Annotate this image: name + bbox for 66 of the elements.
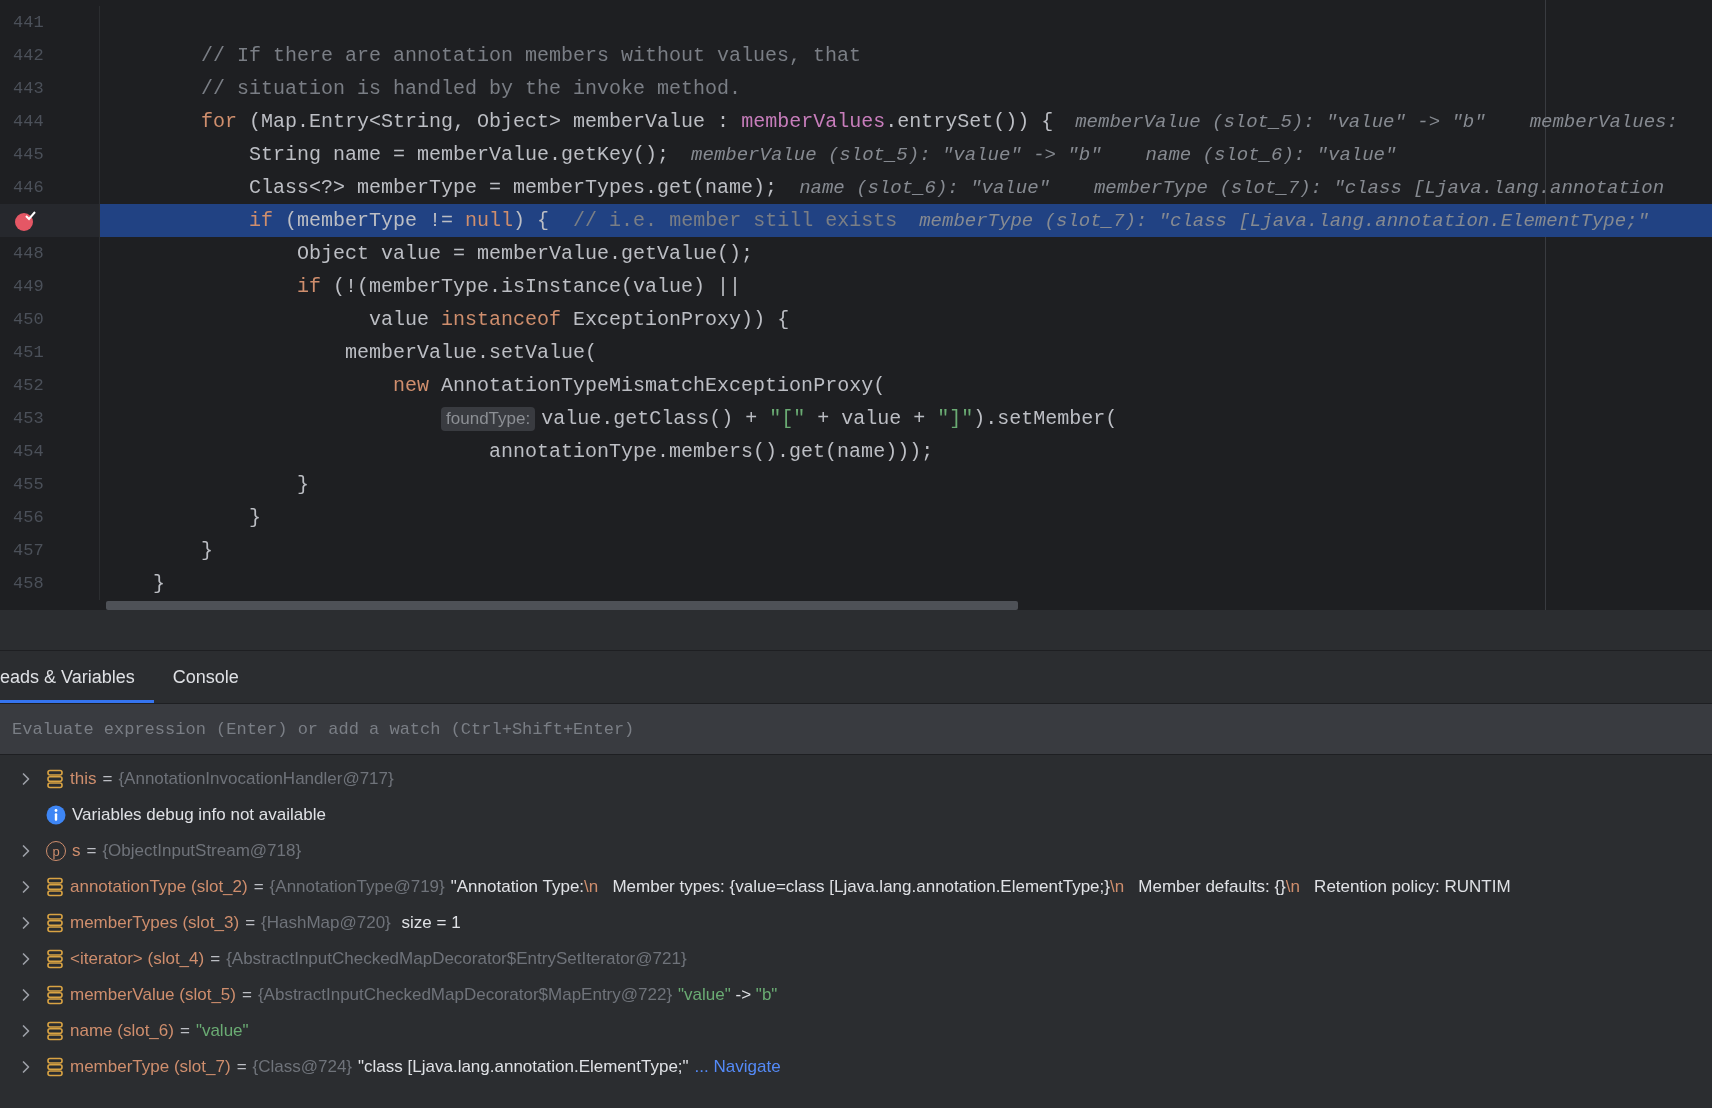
parameter-hint: foundType: (441, 406, 536, 431)
code-text: } (153, 572, 166, 595)
code-text: } (249, 506, 262, 529)
code-text: // situation is handled by the invoke method. (201, 77, 742, 100)
object-reference: {Class@724} (252, 1057, 353, 1077)
code-text: } (297, 473, 310, 496)
variable-value: "value" -> "b" (678, 985, 778, 1005)
equals-sign: = (210, 949, 221, 969)
code-text: Class<?> memberType = memberTypes.get(name); (249, 176, 778, 199)
variable-name: this (70, 769, 97, 789)
info-icon (46, 805, 66, 825)
info-message: Variables debug info not available (72, 805, 326, 825)
code-text: for (Map.Entry<String, Object> memberValue : memberValues.entrySet()) { (201, 110, 1054, 133)
code-text: // If there are annotation members without values, that (201, 44, 862, 67)
object-reference: {ObjectInputStream@718} (102, 841, 302, 861)
inline-value-hint: name (slot_6): "value" (799, 176, 1050, 199)
variable-name: memberTypes (slot_3) (70, 913, 240, 933)
object-reference: {AbstractInputCheckedMapDecorator$EntrySetIterator@721} (226, 949, 687, 969)
inline-value-hint: memberValue (slot_5): "value" -> "b" (691, 143, 1102, 166)
stack-icon (46, 769, 64, 789)
equals-sign: = (245, 913, 256, 933)
stack-icon (46, 949, 64, 969)
code-text: value instanceof ExceptionProxy)) { (369, 308, 790, 331)
code-text: } (201, 539, 214, 562)
code-text: if (!(memberType.isInstance(value) || (297, 275, 742, 298)
stack-icon (46, 913, 64, 933)
variable-name: s (72, 841, 81, 861)
object-reference: {AnnotationType@719} (269, 877, 445, 897)
inline-value-hint: name (slot_6): "value" (1145, 143, 1397, 166)
equals-sign: = (242, 985, 252, 1005)
variable-value: size = 1 (400, 913, 461, 933)
object-reference: {HashMap@720} (261, 913, 391, 933)
stack-icon (46, 1021, 64, 1041)
equals-sign: = (102, 769, 113, 789)
stack-icon (46, 1057, 64, 1077)
code-text: String name = memberValue.getKey(); (249, 143, 670, 166)
equals-sign: = (86, 841, 97, 861)
variable-value: "class [Ljava.lang.annotation.ElementType;" (358, 1057, 689, 1077)
code-text: value.getClass() + "[" + value + "]").setMember( (541, 407, 1118, 430)
panel-tab[interactable]: Console (153, 651, 258, 703)
stack-icon (46, 985, 64, 1005)
equals-sign: = (179, 1021, 190, 1041)
code-text: memberValue.setValue( (345, 341, 598, 364)
inline-value-hint: memberValues: (1529, 110, 1678, 133)
variable-name: name (slot_6) (70, 1021, 174, 1041)
variable-value: "value" (195, 1021, 249, 1041)
inline-value-hint: memberType (slot_7): "class [Ljava.lang.annotation (1093, 176, 1665, 199)
variable-name: annotationType (slot_2) (70, 877, 248, 897)
variable-name: memberValue (slot_5) (70, 985, 236, 1005)
evaluate-expression-field[interactable]: Evaluate expression (Enter) or add a watch (Ctrl+Shift+Enter) (0, 703, 1712, 755)
inline-value-hint: memberType (slot_7): "class [Ljava.lang.annotation.ElementType;" (919, 209, 1649, 232)
variable-name: memberType (slot_7) (70, 1057, 231, 1077)
equals-sign: = (236, 1057, 247, 1077)
variable-value: "Annotation Type:\n Member types: {value=class [Ljava.lang.annotation.ElementType;}\n Member defaults: {}\n Retention policy: RUNTIM (450, 877, 1511, 897)
code-text: new AnnotationTypeMismatchExceptionProxy( (393, 374, 886, 397)
variable-name: <iterator> (slot_4) (70, 949, 205, 969)
equals-sign: = (253, 877, 264, 897)
code-text: if (memberType != null) { // i.e. member still exists (249, 209, 898, 232)
horizontal-scrollbar[interactable] (106, 600, 1018, 610)
object-reference: {AbstractInputCheckedMapDecorator$MapEntry@722} (257, 985, 673, 1005)
navigate-link[interactable]: ... Navigate (694, 1057, 781, 1077)
code-text: annotationType.members().get(name))); (489, 440, 934, 463)
inline-value-hint: memberValue (slot_5): "value" -> "b" (1075, 110, 1486, 133)
code-text: Object value = memberValue.getValue(); (297, 242, 754, 265)
object-reference: {AnnotationInvocationHandler@717} (118, 769, 394, 789)
stack-icon (46, 877, 64, 897)
